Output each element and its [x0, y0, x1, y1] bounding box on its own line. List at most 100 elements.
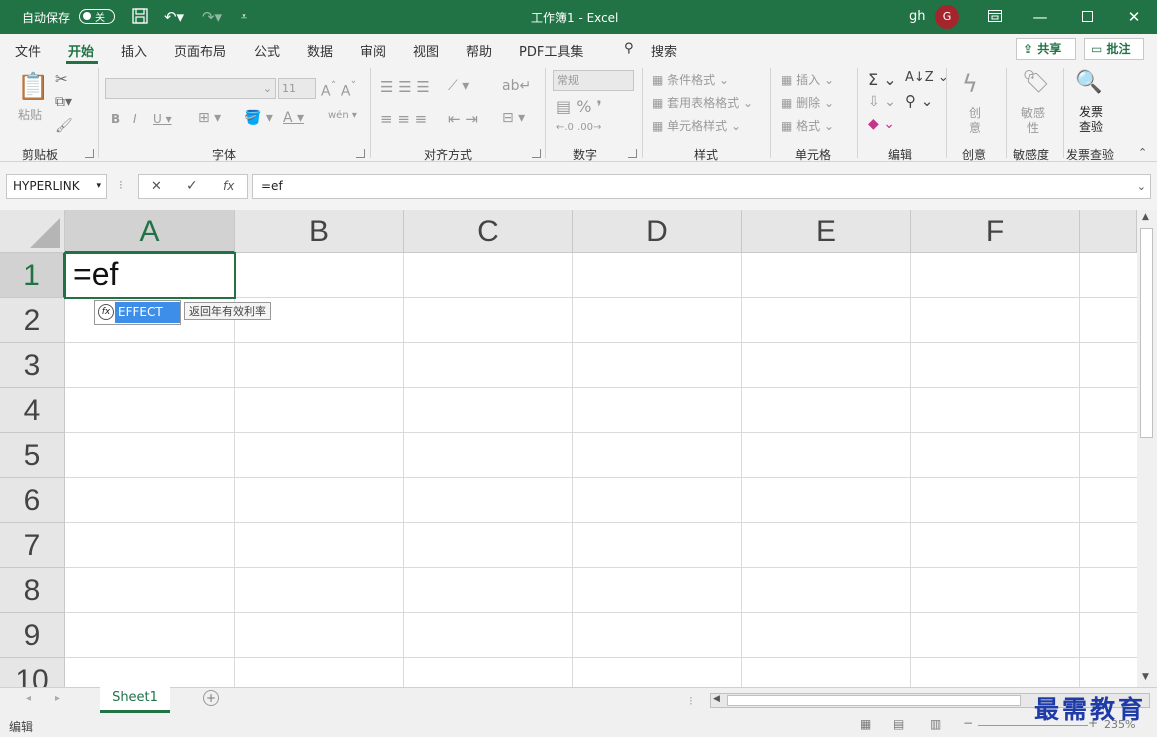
save-icon[interactable]: [131, 8, 149, 26]
ribbon-display-icon[interactable]: [985, 8, 1005, 26]
tab-home[interactable]: 开始: [68, 41, 94, 60]
font-color-icon[interactable]: A ▾: [283, 110, 304, 126]
creative-button-label[interactable]: 创意: [968, 106, 982, 136]
tab-review[interactable]: 审阅: [360, 41, 386, 60]
copy-icon[interactable]: ⧉▾: [55, 94, 72, 110]
indent-icon[interactable]: ⇤ ⇥: [448, 110, 478, 128]
merge-center-icon[interactable]: ⊟ ▾: [502, 110, 525, 126]
column-header-b[interactable]: B: [235, 210, 404, 253]
italic-icon[interactable]: I: [133, 112, 137, 126]
font-name-combo[interactable]: ⌄: [105, 78, 276, 99]
cut-icon[interactable]: ✂: [55, 70, 68, 88]
close-icon[interactable]: ✕: [1124, 8, 1144, 26]
table-format-button[interactable]: ▦ 套用表格格式 ⌄: [652, 94, 753, 111]
prev-sheet-icon[interactable]: ◂: [26, 693, 31, 704]
comments-button[interactable]: ▭ 批注: [1084, 38, 1144, 60]
autosave-toggle[interactable]: 关: [79, 9, 115, 24]
conditional-format-button[interactable]: ▦ 条件格式 ⌄: [652, 71, 729, 88]
row-header-2[interactable]: 2: [0, 298, 65, 343]
row-header-8[interactable]: 8: [0, 568, 65, 613]
borders-icon[interactable]: ⊞ ▾: [198, 110, 221, 126]
active-cell-a1[interactable]: =ef: [64, 252, 236, 299]
align-left-icon[interactable]: ≡ ≡ ≡: [380, 110, 427, 128]
autosum-icon[interactable]: Σ ⌄: [868, 70, 897, 89]
tab-pdf-tools[interactable]: PDF工具集: [519, 41, 583, 60]
formula-autocomplete[interactable]: fx EFFECT: [94, 300, 181, 325]
cell-style-button[interactable]: ▦ 单元格样式 ⌄: [652, 117, 741, 134]
row-header-10[interactable]: 10: [0, 658, 65, 687]
row-header-5[interactable]: 5: [0, 433, 65, 478]
tab-formulas[interactable]: 公式: [254, 41, 280, 60]
expand-formula-icon[interactable]: ⌄: [1137, 175, 1146, 198]
vertical-scroll-thumb[interactable]: [1140, 228, 1153, 438]
zoom-out-icon[interactable]: −: [963, 716, 973, 730]
collapse-ribbon-icon[interactable]: ⌃: [1138, 146, 1147, 159]
formula-input[interactable]: =ef ⌄: [252, 174, 1151, 199]
paste-label[interactable]: 粘贴: [18, 106, 42, 123]
delete-cells-button[interactable]: ▦ 删除 ⌄: [781, 94, 834, 111]
horizontal-scroll-thumb[interactable]: [727, 695, 1021, 706]
lightning-icon[interactable]: ϟ: [962, 70, 978, 98]
clipboard-launcher-icon[interactable]: [85, 149, 94, 158]
find-select-icon[interactable]: ⚲ ⌄: [905, 92, 933, 110]
sheet-tab-sheet1[interactable]: Sheet1: [100, 687, 170, 713]
next-sheet-icon[interactable]: ▸: [55, 693, 60, 704]
font-size-combo[interactable]: 11: [278, 78, 316, 99]
align-top-icon[interactable]: ☰ ☰ ☰: [380, 78, 430, 96]
tab-help[interactable]: 帮助: [466, 41, 492, 60]
share-button[interactable]: ⇪ 共享: [1016, 38, 1076, 60]
page-layout-view-icon[interactable]: ▤: [893, 717, 904, 731]
row-header-6[interactable]: 6: [0, 478, 65, 523]
fill-color-icon[interactable]: 🪣 ▾: [244, 110, 273, 126]
search-icon[interactable]: ⚲: [624, 41, 634, 56]
add-sheet-icon[interactable]: +: [203, 690, 219, 706]
maximize-icon[interactable]: [1077, 8, 1097, 26]
column-header-a[interactable]: A: [65, 210, 235, 253]
name-box[interactable]: HYPERLINK ▾: [6, 174, 107, 199]
invoice-check-button-label[interactable]: 发票查验: [1078, 105, 1104, 135]
enter-icon[interactable]: ✓: [186, 178, 198, 194]
currency-icon[interactable]: ▤ % ❜: [556, 97, 602, 116]
sort-filter-icon[interactable]: A↓Z ⌄: [905, 70, 949, 85]
underline-icon[interactable]: U ▾: [153, 112, 172, 126]
scroll-up-icon[interactable]: ▲: [1142, 212, 1149, 222]
wrap-text-icon[interactable]: ab↵: [502, 78, 531, 94]
tab-view[interactable]: 视图: [413, 41, 439, 60]
tab-page-layout[interactable]: 页面布局: [174, 41, 226, 60]
chevron-down-icon[interactable]: ▾: [96, 175, 101, 198]
redo-icon[interactable]: ↷▾: [198, 8, 226, 26]
number-format-combo[interactable]: 常规: [553, 70, 634, 91]
orientation-icon[interactable]: ⟋ ▾: [448, 78, 469, 94]
row-header-4[interactable]: 4: [0, 388, 65, 433]
insert-cells-button[interactable]: ▦ 插入 ⌄: [781, 71, 834, 88]
customize-toolbar-icon[interactable]: ⩡: [236, 8, 252, 26]
format-cells-button[interactable]: ▦ 格式 ⌄: [781, 117, 834, 134]
column-header-partial[interactable]: [1080, 210, 1137, 253]
normal-view-icon[interactable]: ▦: [860, 717, 871, 731]
column-header-d[interactable]: D: [573, 210, 742, 253]
tab-data[interactable]: 数据: [307, 41, 333, 60]
sensitivity-icon[interactable]: 🏷: [1022, 70, 1050, 95]
bold-icon[interactable]: B: [111, 112, 120, 126]
row-header-9[interactable]: 9: [0, 613, 65, 658]
minimize-icon[interactable]: —: [1030, 8, 1050, 26]
column-header-e[interactable]: E: [742, 210, 911, 253]
tab-insert[interactable]: 插入: [121, 41, 147, 60]
row-header-7[interactable]: 7: [0, 523, 65, 568]
cancel-icon[interactable]: ✕: [151, 179, 162, 194]
column-header-c[interactable]: C: [404, 210, 573, 253]
scroll-down-icon[interactable]: ▼: [1142, 672, 1149, 682]
decimal-icon[interactable]: ←.0 .00→: [556, 122, 601, 133]
column-header-f[interactable]: F: [911, 210, 1080, 253]
sensitivity-button-label[interactable]: 敏感性: [1020, 106, 1046, 136]
grow-font-icon[interactable]: Aˆ Aˇ: [321, 79, 356, 100]
font-launcher-icon[interactable]: [356, 149, 365, 158]
vertical-scrollbar[interactable]: ▲ ▼: [1137, 210, 1157, 687]
alignment-launcher-icon[interactable]: [532, 149, 541, 158]
avatar[interactable]: G: [935, 5, 959, 29]
search-label[interactable]: 搜索: [651, 41, 677, 60]
fill-icon[interactable]: ⇩ ⌄: [868, 94, 896, 110]
page-break-view-icon[interactable]: ▥: [930, 717, 941, 731]
number-launcher-icon[interactable]: [628, 149, 637, 158]
clear-icon[interactable]: ◆ ⌄: [868, 116, 895, 132]
